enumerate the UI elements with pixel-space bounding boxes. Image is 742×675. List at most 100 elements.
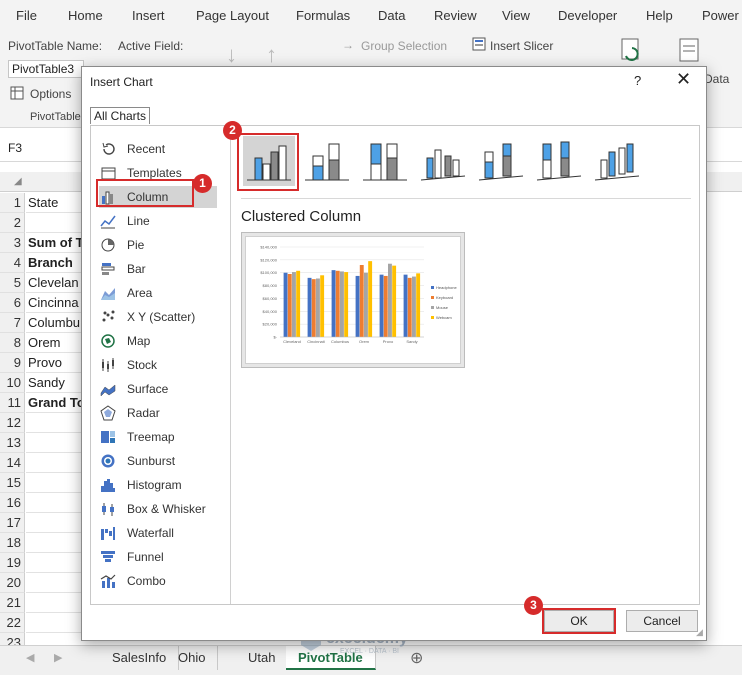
subtype-100-stacked-column[interactable] <box>359 136 411 186</box>
row-header[interactable]: 5 <box>0 273 25 293</box>
row-header[interactable]: 17 <box>0 513 25 533</box>
row-header[interactable]: 9 <box>0 353 25 373</box>
row-header[interactable]: 22 <box>0 613 25 633</box>
row-header[interactable]: 7 <box>0 313 25 333</box>
chart-type-stock[interactable]: Stock <box>99 354 217 376</box>
chart-type-label: Surface <box>127 382 169 396</box>
row-header[interactable]: 10 <box>0 373 25 393</box>
cell-a[interactable] <box>26 213 86 233</box>
cell-a[interactable] <box>26 433 86 453</box>
cell-a[interactable]: Cincinna <box>26 293 86 313</box>
menu-tab-view[interactable]: View <box>502 8 530 23</box>
menu-tab-power[interactable]: Power <box>702 8 739 23</box>
cell-a[interactable]: Orem <box>26 333 86 353</box>
subtype-stacked-column[interactable] <box>301 136 353 186</box>
sheet-tab-ohio[interactable]: Ohio <box>166 646 219 670</box>
chart-type-recent[interactable]: Recent <box>99 138 217 160</box>
chart-type-x-y-scatter[interactable]: X Y (Scatter) <box>99 306 217 328</box>
row-header[interactable]: 12 <box>0 413 25 433</box>
close-icon[interactable]: ✕ <box>676 70 691 88</box>
options-button[interactable]: Options <box>30 87 71 101</box>
scroll-right-icon[interactable]: ▶ <box>54 651 62 664</box>
row-header[interactable]: 8 <box>0 333 25 353</box>
chart-type-waterfall[interactable]: Waterfall <box>99 522 217 544</box>
resize-grip-icon[interactable]: ◢ <box>696 627 703 638</box>
chart-type-area[interactable]: Area <box>99 282 217 304</box>
sheet-tab-utah[interactable]: Utah <box>236 646 289 670</box>
cell-a[interactable]: Branch <box>26 253 86 273</box>
cell-a[interactable]: Provo <box>26 353 86 373</box>
cell-a[interactable] <box>26 573 86 593</box>
chart-type-surface[interactable]: Surface <box>99 378 217 400</box>
row-header[interactable]: 18 <box>0 533 25 553</box>
ok-button[interactable]: OK <box>544 610 614 632</box>
subtype-3d-100-stacked-column[interactable] <box>533 136 585 186</box>
chart-type-bar[interactable]: Bar <box>99 258 217 280</box>
pivot-name-input[interactable]: PivotTable3 <box>8 60 84 78</box>
chart-type-map[interactable]: Map <box>99 330 217 352</box>
cell-a[interactable] <box>26 593 86 613</box>
name-box[interactable]: F3 <box>8 141 22 155</box>
menu-tab-insert[interactable]: Insert <box>132 8 165 23</box>
row-header[interactable]: 19 <box>0 553 25 573</box>
row-header[interactable]: 21 <box>0 593 25 613</box>
row-header[interactable]: 4 <box>0 253 25 273</box>
cancel-button[interactable]: Cancel <box>626 610 698 632</box>
row-header[interactable]: 3 <box>0 233 25 253</box>
cell-a[interactable] <box>26 473 86 493</box>
chart-type-histogram[interactable]: Histogram <box>99 474 217 496</box>
row-header[interactable]: 16 <box>0 493 25 513</box>
options-icon[interactable] <box>10 86 24 103</box>
row-header[interactable]: 20 <box>0 573 25 593</box>
cell-a[interactable]: Sum of T <box>26 233 86 253</box>
cell-a[interactable] <box>26 533 86 553</box>
cell-a[interactable]: Sandy <box>26 373 86 393</box>
cell-a[interactable]: Grand To <box>26 393 86 413</box>
subtype-3d-stacked-column[interactable] <box>475 136 527 186</box>
change-data-source-icon[interactable] <box>678 38 702 69</box>
chart-type-radar[interactable]: Radar <box>99 402 217 424</box>
menu-tab-page-layout[interactable]: Page Layout <box>196 8 269 23</box>
menu-tab-review[interactable]: Review <box>434 8 477 23</box>
menu-tab-home[interactable]: Home <box>68 8 103 23</box>
chart-type-treemap[interactable]: Treemap <box>99 426 217 448</box>
refresh-icon[interactable] <box>620 38 642 69</box>
subtype-3d-clustered-column[interactable] <box>417 136 469 186</box>
scroll-left-icon[interactable]: ◀ <box>26 651 34 664</box>
cell-a[interactable] <box>26 513 86 533</box>
menu-tab-data[interactable]: Data <box>378 8 405 23</box>
cell-a[interactable] <box>26 613 86 633</box>
cell-a[interactable]: Clevelan <box>26 273 86 293</box>
row-header[interactable]: 6 <box>0 293 25 313</box>
cell-a[interactable] <box>26 493 86 513</box>
chart-type-funnel[interactable]: Funnel <box>99 546 217 568</box>
box-whisker-chart-icon <box>99 501 117 517</box>
chart-preview[interactable]: $140,000 $120,000 $100,000 $80,000 $60,000 $4… <box>241 232 465 368</box>
tab-all-charts[interactable]: All Charts <box>90 107 151 124</box>
row-header[interactable]: 11 <box>0 393 25 413</box>
insert-slicer-button[interactable]: Insert Slicer <box>490 39 553 53</box>
chart-type-line[interactable]: Line <box>99 210 217 232</box>
cell-a[interactable] <box>26 453 86 473</box>
chart-type-combo[interactable]: Combo <box>99 570 217 592</box>
chart-type-pie[interactable]: Pie <box>99 234 217 256</box>
menu-tab-formulas[interactable]: Formulas <box>296 8 350 23</box>
chart-type-sunburst[interactable]: Sunburst <box>99 450 217 472</box>
cell-a[interactable]: State <box>26 193 86 213</box>
menu-tab-file[interactable]: File <box>16 8 37 23</box>
row-header[interactable]: 15 <box>0 473 25 493</box>
cell-a[interactable] <box>26 413 86 433</box>
subtype-3d-column[interactable] <box>591 136 643 186</box>
row-header[interactable]: 1 <box>0 193 25 213</box>
select-all-corner-icon[interactable]: ◢ <box>14 176 22 187</box>
row-header[interactable]: 13 <box>0 433 25 453</box>
help-button[interactable]: ? <box>634 73 641 88</box>
menu-tab-help[interactable]: Help <box>646 8 673 23</box>
row-header[interactable]: 14 <box>0 453 25 473</box>
cell-a[interactable] <box>26 553 86 573</box>
menu-tab-developer[interactable]: Developer <box>558 8 617 23</box>
chart-type-box-whisker[interactable]: Box & Whisker <box>99 498 217 520</box>
group-selection-button[interactable]: Group Selection <box>361 39 447 53</box>
cell-a[interactable]: Columbu <box>26 313 86 333</box>
row-header[interactable]: 2 <box>0 213 25 233</box>
